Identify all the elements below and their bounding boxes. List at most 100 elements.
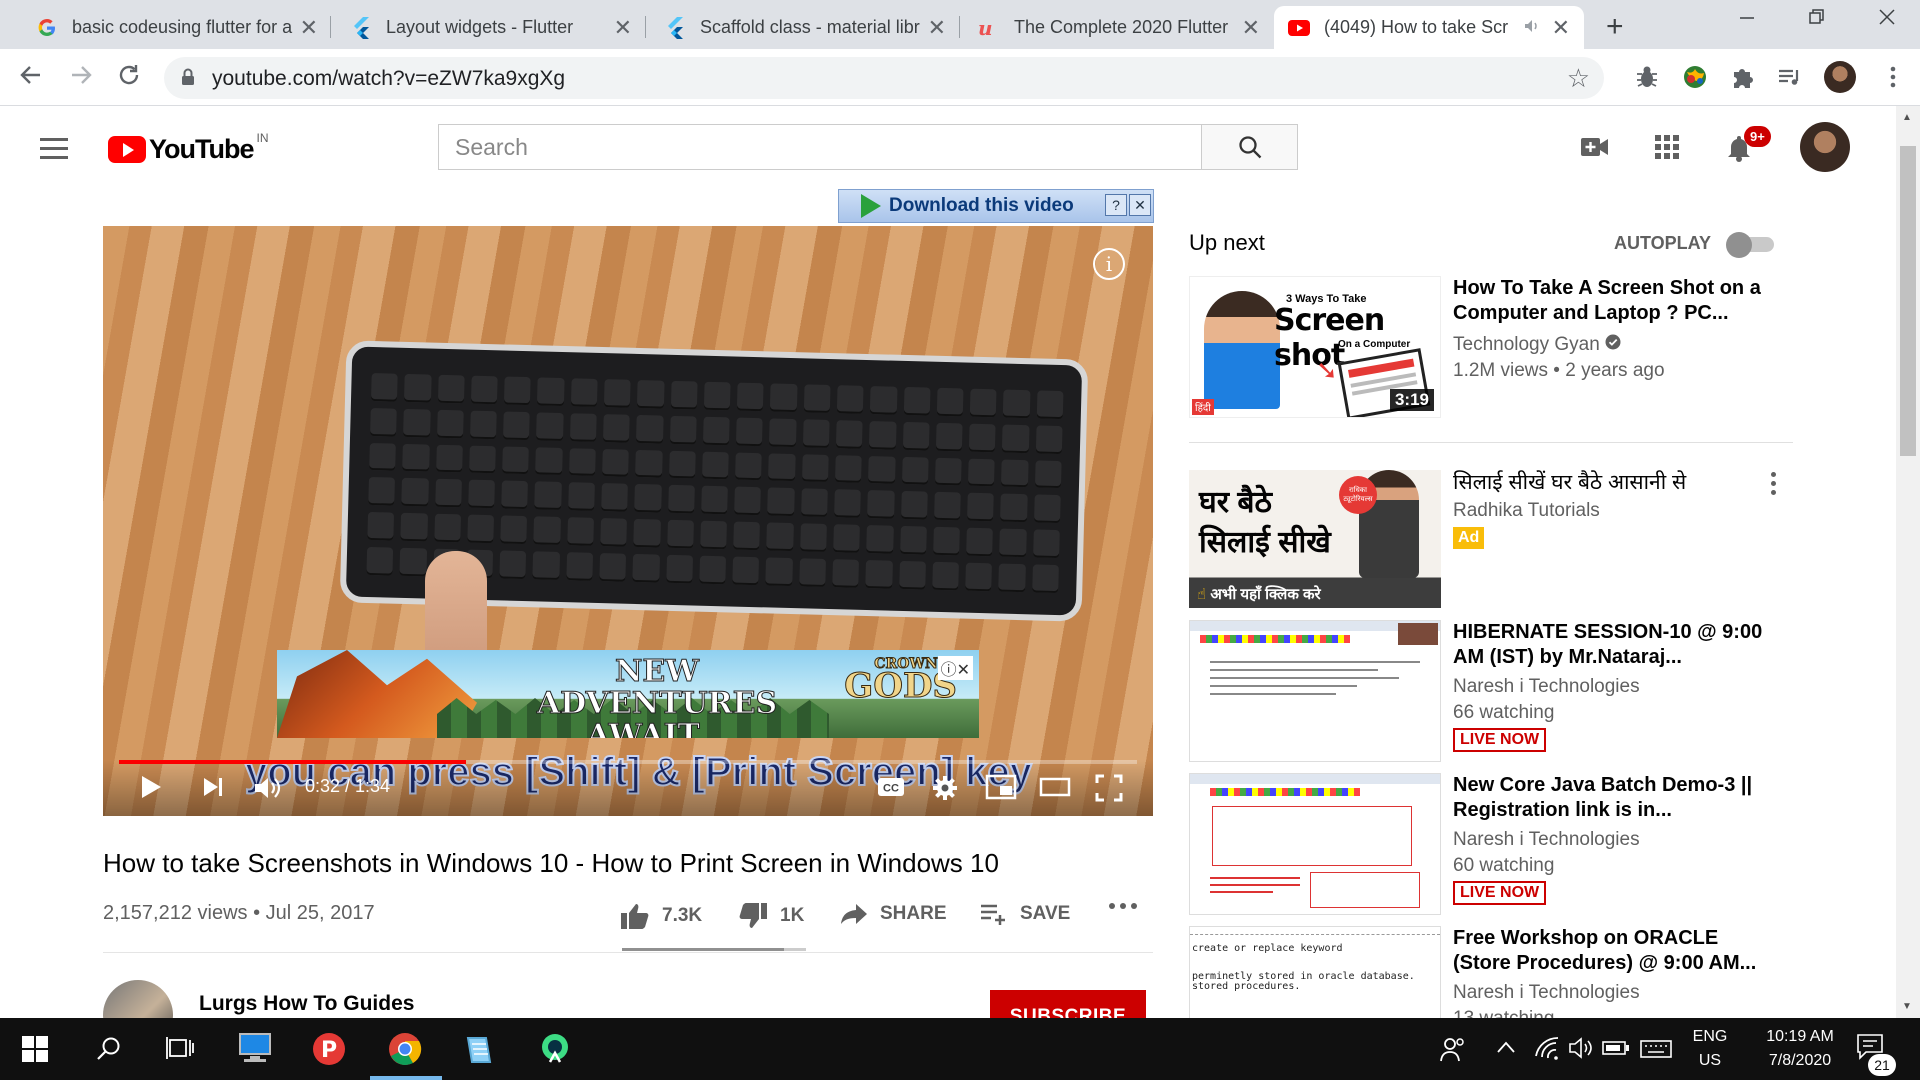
tab-complete-flutter[interactable]: u The Complete 2020 Flutter ✕ — [964, 6, 1274, 49]
touch-keyboard-icon[interactable] — [1640, 1040, 1672, 1063]
chrome-menu-icon[interactable] — [1880, 64, 1906, 90]
more-options-icon[interactable] — [1771, 472, 1777, 499]
psiphon-app-icon[interactable]: P — [312, 1032, 346, 1071]
video-thumbnail[interactable]: create or replace keyword perminetly sto… — [1189, 926, 1441, 1018]
video-title[interactable]: How To Take A Screen Shot on a Computer … — [1453, 276, 1773, 326]
wifi-icon[interactable] — [1534, 1036, 1560, 1065]
window-close-icon[interactable] — [1878, 6, 1896, 32]
notepad-app-icon[interactable] — [462, 1032, 496, 1071]
settings-gear-icon[interactable] — [931, 774, 959, 807]
clock-date[interactable]: 7/8/2020 — [1740, 1052, 1860, 1070]
url-text[interactable]: youtube.com/watch?v=eZW7ka9xgXg — [212, 67, 565, 91]
people-icon[interactable] — [1440, 1036, 1466, 1067]
new-tab-button[interactable]: + — [1606, 10, 1624, 44]
scrollbar-thumb[interactable] — [1900, 146, 1916, 456]
battery-icon[interactable] — [1602, 1040, 1630, 1061]
search-button[interactable] — [1201, 125, 1297, 169]
scroll-up-arrow-icon[interactable]: ▲ — [1902, 112, 1912, 123]
autoplay-toggle[interactable] — [1726, 232, 1778, 258]
computer-app-icon[interactable] — [238, 1032, 272, 1069]
close-download-bar-button[interactable]: ✕ — [1129, 194, 1151, 216]
chrome-app-icon[interactable] — [388, 1032, 422, 1071]
windows-start-icon[interactable] — [22, 1036, 48, 1067]
ad-channel-name[interactable]: Radhika Tutorials — [1453, 500, 1600, 522]
ad-thumbnail[interactable]: घर बैठे सिलाई सीखे राधिका ट्यूटोरियल्स ☝… — [1189, 470, 1441, 608]
channel-name[interactable]: Technology Gyan — [1453, 334, 1600, 355]
account-avatar[interactable] — [1800, 122, 1850, 172]
close-icon[interactable]: ✕ — [928, 15, 946, 41]
globe-extension-icon[interactable] — [1682, 64, 1708, 90]
task-view-icon[interactable] — [166, 1036, 194, 1067]
overlay-ad[interactable]: NEW ADVENTURES AWAIT... CROWN GODS ⓘ✕ — [277, 650, 979, 738]
up-next-video[interactable]: create or replace keyword perminetly sto… — [1189, 926, 1799, 1018]
minimize-icon[interactable] — [1738, 6, 1756, 32]
video-title[interactable]: HIBERNATE SESSION-10 @ 9:00 AM (IST) by … — [1453, 620, 1773, 670]
up-next-video[interactable]: HIBERNATE SESSION-10 @ 9:00 AM (IST) by … — [1189, 620, 1799, 764]
ad-close-button[interactable]: ⓘ✕ — [937, 656, 973, 680]
close-icon[interactable]: ✕ — [1552, 15, 1570, 41]
restore-icon[interactable] — [1808, 6, 1826, 32]
video-player[interactable]: i NEW ADVENTURES AWAIT... CROWN GODS ⓘ✕ … — [103, 226, 1153, 816]
back-icon[interactable] — [18, 62, 44, 95]
chevron-up-icon[interactable] — [1496, 1040, 1516, 1059]
youtube-logo[interactable]: YouTube IN — [108, 131, 268, 165]
miniplayer-icon[interactable] — [985, 774, 1017, 805]
address-bar[interactable]: youtube.com/watch?v=eZW7ka9xgXg ☆ — [164, 57, 1604, 99]
forward-icon[interactable] — [68, 62, 94, 95]
channel-name[interactable]: Naresh i Technologies — [1453, 829, 1640, 851]
fullscreen-icon[interactable] — [1095, 774, 1123, 807]
download-video-bar[interactable]: Download this video ? ✕ — [838, 189, 1154, 223]
input-region[interactable]: US — [1690, 1052, 1730, 1070]
subtitles-icon[interactable]: CC — [877, 776, 905, 803]
extensions-puzzle-icon[interactable] — [1730, 64, 1756, 90]
tab-scaffold-class[interactable]: Scaffold class - material libr ✕ — [650, 6, 960, 49]
video-thumbnail[interactable]: 3 Ways To Take Screen shot On a Computer… — [1189, 276, 1441, 418]
reload-icon[interactable] — [116, 62, 142, 95]
close-icon[interactable]: ✕ — [614, 15, 632, 41]
up-next-video[interactable]: 3 Ways To Take Screen shot On a Computer… — [1189, 276, 1799, 422]
ad-title[interactable]: सिलाई सीखें घर बैठे आसानी से — [1453, 470, 1773, 495]
lock-icon[interactable] — [180, 67, 196, 92]
speaker-icon[interactable] — [1524, 19, 1540, 36]
video-title[interactable]: New Core Java Batch Demo-3 || Registrati… — [1453, 773, 1773, 823]
up-next-video[interactable]: New Core Java Batch Demo-3 || Registrati… — [1189, 773, 1799, 917]
tab-youtube-active[interactable]: (4049) How to take Scr ✕ — [1274, 6, 1584, 49]
theater-mode-icon[interactable] — [1039, 774, 1071, 805]
profile-avatar[interactable] — [1824, 61, 1856, 93]
dislike-button[interactable]: 1K — [738, 902, 804, 930]
channel-name[interactable]: Naresh i Technologies — [1453, 982, 1640, 1004]
close-icon[interactable]: ✕ — [1242, 15, 1260, 41]
channel-name[interactable]: Naresh i Technologies — [1453, 676, 1640, 698]
input-language[interactable]: ENG — [1690, 1028, 1730, 1046]
bookmark-star-icon[interactable]: ☆ — [1567, 63, 1590, 94]
tab-layout-widgets[interactable]: Layout widgets - Flutter ✕ — [336, 6, 646, 49]
media-control-icon[interactable] — [1776, 64, 1802, 90]
volume-tray-icon[interactable] — [1568, 1036, 1596, 1065]
ad-card[interactable]: घर बैठे सिलाई सीखे राधिका ट्यूटोरियल्स ☝… — [1189, 470, 1799, 610]
channel-name[interactable]: Lurgs How To Guides — [199, 992, 414, 1016]
play-icon[interactable] — [139, 774, 163, 805]
search-icon[interactable] — [96, 1036, 122, 1067]
info-icon[interactable]: i — [1093, 248, 1125, 280]
close-icon[interactable]: ✕ — [300, 15, 318, 41]
scroll-down-arrow-icon[interactable]: ▼ — [1902, 1001, 1912, 1012]
help-button[interactable]: ? — [1105, 194, 1127, 216]
share-button[interactable]: SHARE — [840, 902, 947, 926]
save-button[interactable]: SAVE — [980, 902, 1070, 926]
download-video-label[interactable]: Download this video — [889, 195, 1074, 217]
more-actions-icon[interactable] — [1108, 902, 1150, 910]
video-thumbnail[interactable] — [1189, 773, 1441, 915]
next-video-icon[interactable] — [201, 774, 225, 805]
video-title[interactable]: Free Workshop on ORACLE (Store Procedure… — [1453, 926, 1773, 976]
like-button[interactable]: 7.3K — [620, 902, 702, 930]
android-studio-app-icon[interactable] — [538, 1032, 572, 1071]
create-video-icon[interactable] — [1580, 134, 1610, 165]
channel-row[interactable]: Technology Gyan — [1453, 334, 1621, 356]
video-thumbnail[interactable] — [1189, 620, 1441, 762]
volume-icon[interactable] — [253, 774, 285, 807]
bug-extension-icon[interactable] — [1634, 64, 1660, 90]
hamburger-menu-icon[interactable] — [40, 138, 68, 165]
search-input[interactable]: Search — [439, 125, 1201, 169]
clock-time[interactable]: 10:19 AM — [1740, 1028, 1860, 1046]
apps-grid-icon[interactable] — [1654, 134, 1680, 165]
